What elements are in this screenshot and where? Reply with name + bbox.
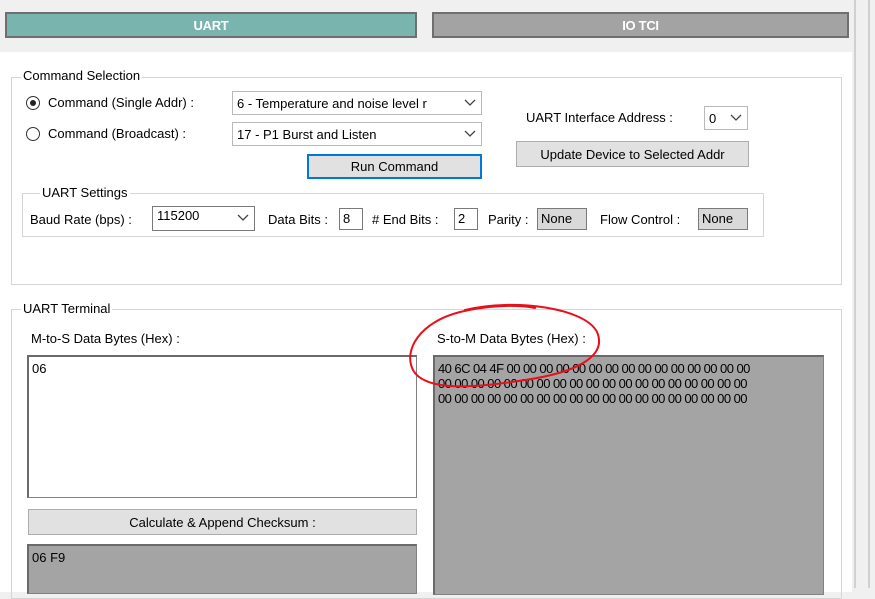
single-command-value: 6 - Temperature and noise level r [237,95,427,111]
tab-uart[interactable]: UART [5,12,417,38]
baud-rate-value: 115200 [157,208,200,223]
chevron-down-icon [729,110,743,126]
tab-io-tci[interactable]: IO TCI [432,12,849,38]
broadcast-command-value: 17 - P1 Burst and Listen [237,126,377,142]
end-bits-field[interactable]: 2 [454,208,478,230]
flow-control-label: Flow Control : [600,212,681,227]
m2s-label: M-to-S Data Bytes (Hex) : [31,331,180,346]
command-selection-legend: Command Selection [21,68,143,83]
broadcast-label: Command (Broadcast) : [48,126,186,141]
single-command-select[interactable]: 6 - Temperature and noise level r [232,91,482,115]
flow-control-field[interactable]: None [698,208,748,230]
chevron-down-icon [463,95,477,111]
calculate-checksum-button[interactable]: Calculate & Append Checksum : [28,509,417,535]
parity-label: Parity : [488,212,529,227]
baud-rate-label: Baud Rate (bps) : [30,212,132,227]
update-device-button[interactable]: Update Device to Selected Addr [516,141,749,167]
data-bits-field[interactable]: 8 [339,208,363,230]
interface-address-value: 0 [709,110,717,126]
window-edge [854,0,856,588]
baud-rate-select[interactable]: 115200 [152,206,255,231]
single-addr-label: Command (Single Addr) : [48,95,194,110]
run-command-button[interactable]: Run Command [307,154,482,179]
window-edge-outer [868,0,870,588]
parity-field[interactable]: None [537,208,587,230]
data-bits-label: Data Bits : [268,212,328,227]
m2s-data-input[interactable]: 06 [27,355,417,498]
single-addr-radio[interactable] [26,96,40,110]
checksum-value: 06 F9 [32,550,66,565]
uart-terminal-legend: UART Terminal [21,301,113,316]
chevron-down-icon [236,210,250,226]
broadcast-radio[interactable] [26,127,40,141]
end-bits-label: # End Bits : [372,212,439,227]
interface-address-label: UART Interface Address : [526,110,673,125]
chevron-down-icon [463,126,477,142]
uart-settings-legend: UART Settings [40,185,130,200]
broadcast-command-select[interactable]: 17 - P1 Burst and Listen [232,122,482,146]
m2s-data-value: 06 [32,361,47,376]
interface-address-select[interactable]: 0 [704,106,748,130]
annotation-circle [409,303,600,388]
checksum-output: 06 F9 [27,544,417,594]
